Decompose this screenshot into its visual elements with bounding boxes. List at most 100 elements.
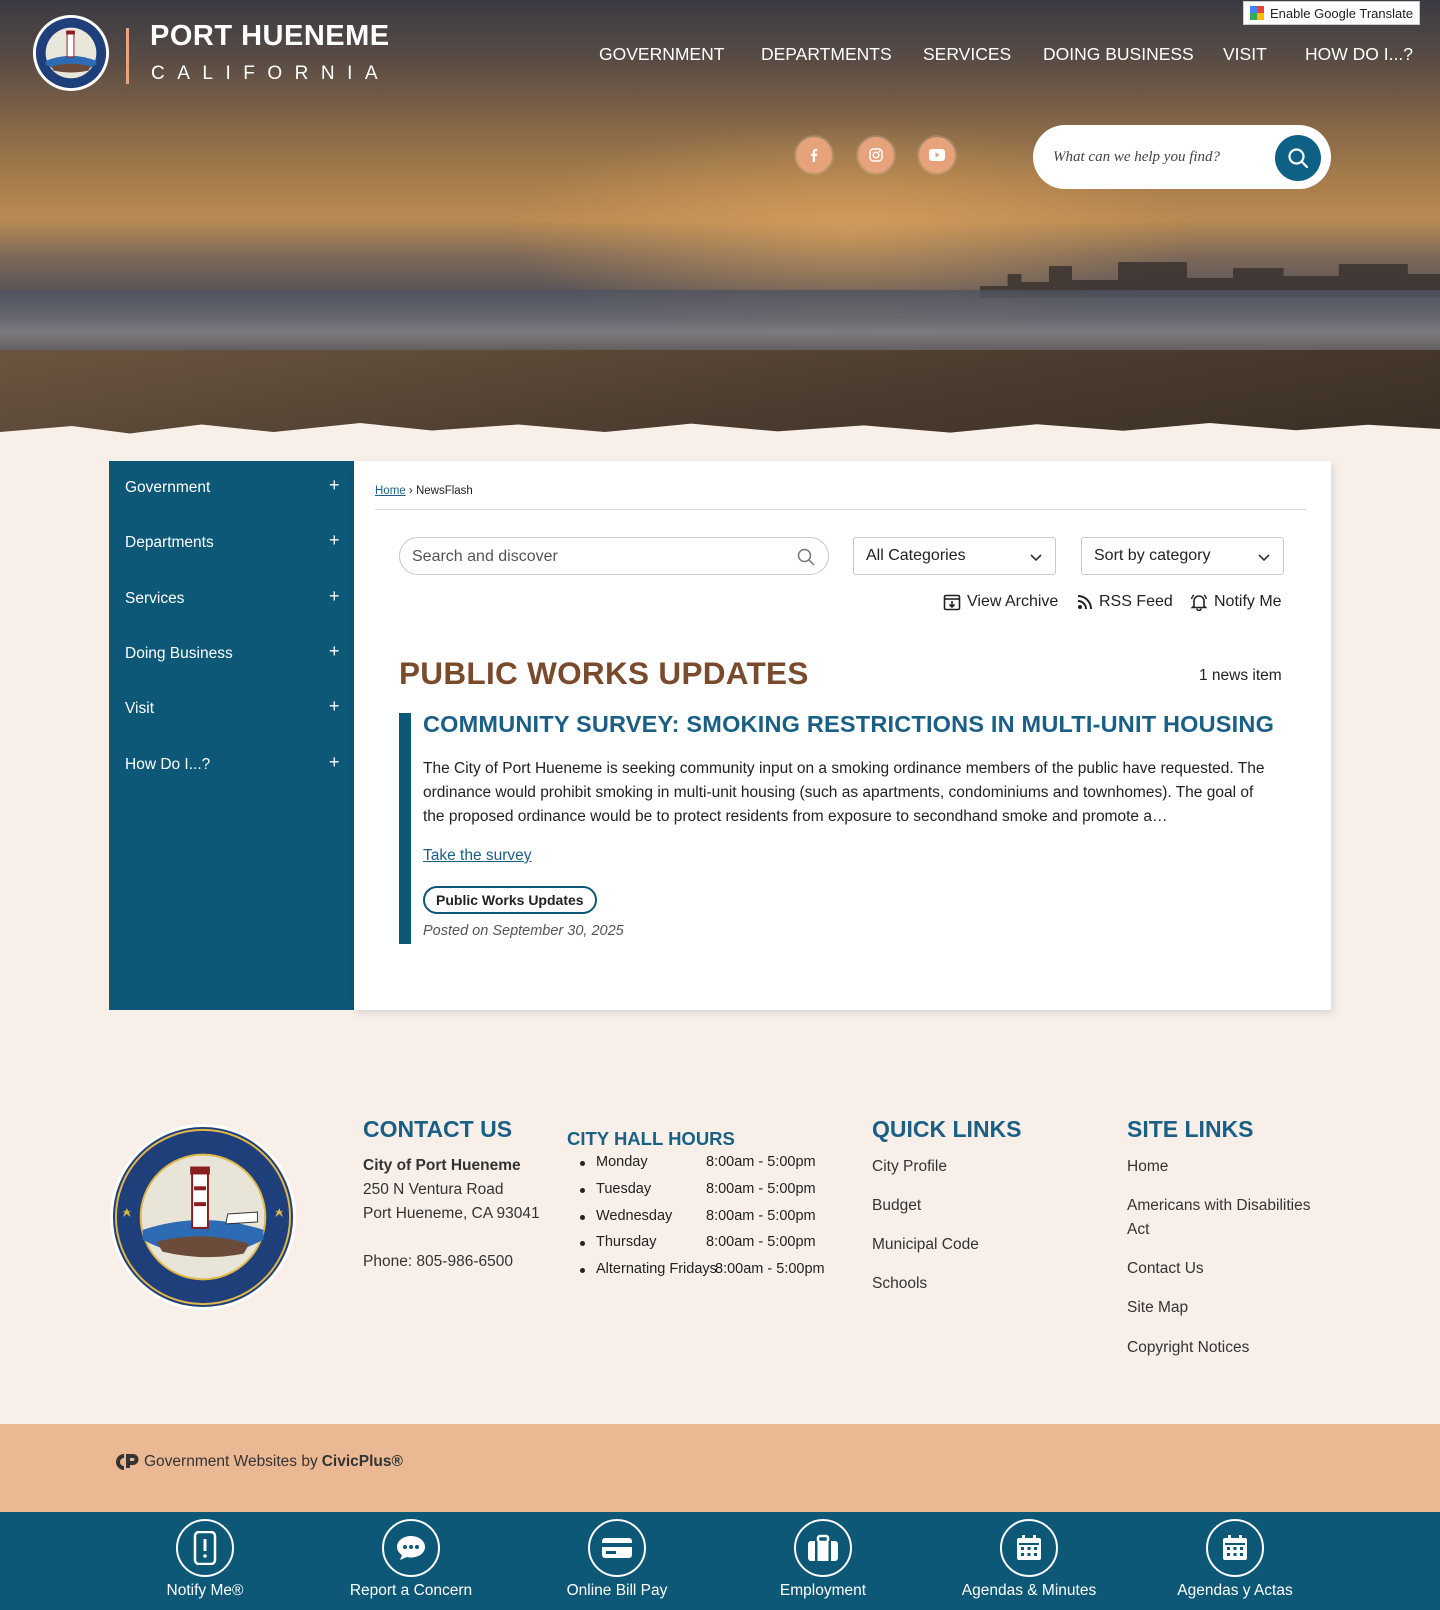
site-link-ada[interactable]: Americans with Disabilities — [1127, 1197, 1310, 1215]
rss-icon — [1077, 595, 1092, 610]
hours-day: Thursday — [596, 1234, 657, 1250]
hours-row: Monday 8:00am - 5:00pm — [567, 1152, 857, 1176]
hours-time: 8:00am - 5:00pm — [715, 1261, 825, 1277]
hours-time: 8:00am - 5:00pm — [706, 1234, 816, 1250]
sidebar-item-label: Doing Business — [125, 645, 233, 662]
site-link-copyright[interactable]: Copyright Notices — [1127, 1339, 1249, 1357]
sidebar-item-label: Services — [125, 590, 185, 607]
sidebar-item-visit[interactable]: Visit + — [109, 682, 354, 736]
sidebar-item-how-do-i[interactable]: How Do I...? + — [109, 738, 354, 792]
logo-divider — [126, 28, 129, 84]
bullet — [580, 1215, 585, 1220]
hours-heading: CITY HALL HOURS — [567, 1128, 735, 1149]
hours-time: 8:00am - 5:00pm — [706, 1181, 816, 1197]
online-bill-pay-label: Online Bill Pay — [566, 1582, 668, 1599]
employment-label: Employment — [779, 1582, 867, 1599]
city-seal-logo[interactable] — [32, 14, 110, 92]
nav-services[interactable]: SERVICES — [923, 44, 1011, 65]
hours-day: Alternating Fridays — [596, 1261, 717, 1277]
employment-action[interactable]: Employment — [733, 1512, 913, 1610]
quick-link-municipal-code[interactable]: Municipal Code — [872, 1236, 979, 1254]
expand-icon[interactable]: + — [329, 586, 340, 607]
expand-icon[interactable]: + — [329, 752, 340, 773]
instagram-icon[interactable] — [858, 137, 894, 173]
hours-row: Alternating Fridays 8:00am - 5:00pm — [567, 1259, 857, 1283]
nav-how-do-i[interactable]: HOW DO I...? — [1305, 44, 1413, 65]
news-search — [399, 537, 829, 575]
calendar-icon — [1000, 1519, 1058, 1577]
breadcrumb: Home › NewsFlash — [375, 485, 473, 497]
youtube-icon[interactable] — [919, 137, 955, 173]
main-content: Home › NewsFlash All Categories Sort by … — [354, 461, 1331, 1010]
category-tag[interactable]: Public Works Updates — [423, 886, 597, 914]
site-link-home[interactable]: Home — [1127, 1158, 1168, 1176]
expand-icon[interactable]: + — [329, 641, 340, 662]
divider — [375, 509, 1306, 510]
view-archive-button[interactable]: View Archive — [943, 591, 1058, 613]
site-search-button[interactable] — [1275, 135, 1321, 181]
news-search-input[interactable] — [412, 546, 792, 568]
online-bill-pay-action[interactable]: Online Bill Pay — [527, 1512, 707, 1610]
sidebar-item-departments[interactable]: Departments + — [109, 516, 354, 570]
rss-feed-button[interactable]: RSS Feed — [1077, 591, 1173, 613]
nav-departments[interactable]: DEPARTMENTS — [761, 44, 892, 65]
quick-link-budget[interactable]: Budget — [872, 1197, 921, 1215]
take-survey-link[interactable]: Take the survey — [423, 847, 532, 865]
state-name: CALIFORNIA — [151, 63, 391, 84]
sidebar-item-services[interactable]: Services + — [109, 572, 354, 626]
facebook-icon[interactable] — [796, 137, 832, 173]
breadcrumb-separator: › — [408, 485, 413, 497]
city-name[interactable]: PORT HUENEME — [150, 20, 390, 53]
nav-doing-business[interactable]: DOING BUSINESS — [1043, 44, 1194, 65]
hours-day: Tuesday — [596, 1181, 652, 1197]
agendas-minutes-action[interactable]: Agendas & Minutes — [939, 1512, 1119, 1610]
notify-phone-icon — [176, 1519, 234, 1577]
expand-icon[interactable]: + — [329, 696, 340, 717]
sort-select[interactable]: Sort by category — [1081, 537, 1284, 575]
contact-heading: CONTACT US — [363, 1116, 513, 1142]
contact-address-1: 250 N Ventura Road — [363, 1181, 504, 1198]
hours-time: 8:00am - 5:00pm — [706, 1208, 816, 1224]
notify-me-action-label: Notify Me® — [166, 1582, 244, 1599]
agendas-minutes-label: Agendas & Minutes — [961, 1582, 1097, 1599]
article-body: The City of Port Hueneme is seeking comm… — [423, 760, 1265, 825]
sidebar-item-label: How Do I...? — [125, 756, 211, 773]
category-select[interactable]: All Categories — [853, 537, 1056, 575]
agendas-actas-action[interactable]: Agendas y Actas — [1145, 1512, 1325, 1610]
quick-link-city-profile[interactable]: City Profile — [872, 1158, 947, 1176]
side-nav: Government + Departments + Services + Do… — [109, 461, 354, 1010]
archive-icon — [943, 594, 961, 611]
main-nav: GOVERNMENT DEPARTMENTS SERVICES DOING BU… — [580, 44, 1420, 68]
site-search-input[interactable] — [1053, 145, 1263, 169]
notify-me-action[interactable]: Notify Me® — [115, 1512, 295, 1610]
notify-me-button[interactable]: Notify Me — [1190, 591, 1282, 613]
google-icon — [1250, 6, 1264, 20]
quick-link-schools[interactable]: Schools — [872, 1275, 927, 1293]
sidebar-item-doing-business[interactable]: Doing Business + — [109, 627, 354, 681]
site-search — [1033, 125, 1331, 189]
hours-day: Monday — [596, 1154, 648, 1170]
site-link-site-map[interactable]: Site Map — [1127, 1299, 1188, 1317]
report-concern-action[interactable]: Report a Concern — [321, 1512, 501, 1610]
chat-bubble-icon — [382, 1519, 440, 1577]
expand-icon[interactable]: + — [329, 530, 340, 551]
site-link-contact-us[interactable]: Contact Us — [1127, 1260, 1204, 1278]
civicplus-band: Government Websites by CivicPlus® — [0, 1424, 1440, 1512]
nav-government[interactable]: GOVERNMENT — [599, 44, 724, 65]
hours-row: Tuesday 8:00am - 5:00pm — [567, 1179, 857, 1203]
sidebar-item-label: Departments — [125, 534, 214, 551]
contact-phone[interactable]: Phone: 805-986-6500 — [363, 1253, 513, 1271]
nav-visit[interactable]: VISIT — [1223, 44, 1267, 65]
sidebar-item-government[interactable]: Government + — [109, 461, 354, 515]
report-concern-label: Report a Concern — [349, 1582, 473, 1599]
civicplus-link[interactable]: Government Websites by CivicPlus® — [112, 1453, 403, 1471]
contact-address-2: Port Hueneme, CA 93041 — [363, 1205, 540, 1222]
search-icon[interactable] — [796, 547, 816, 567]
translate-label: Enable Google Translate — [1270, 5, 1414, 21]
expand-icon[interactable]: + — [329, 475, 340, 496]
article-title[interactable]: COMMUNITY SURVEY: SMOKING RESTRICTIONS I… — [423, 711, 1274, 738]
chevron-down-icon — [1258, 554, 1270, 562]
site-link-ada-cont[interactable]: Act — [1127, 1221, 1149, 1239]
breadcrumb-home[interactable]: Home — [375, 485, 406, 497]
google-translate-button[interactable]: Enable Google Translate — [1243, 1, 1420, 25]
